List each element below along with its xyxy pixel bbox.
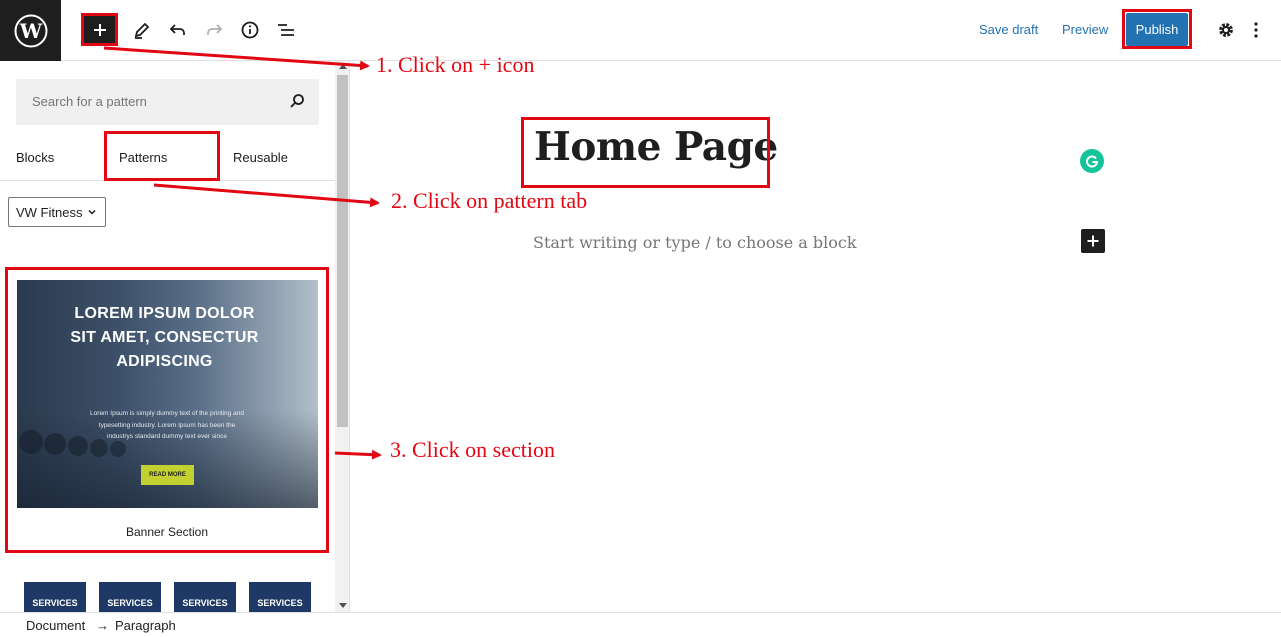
annotation-step-2: 2. Click on pattern tab	[391, 188, 588, 213]
paragraph-placeholder[interactable]: Start writing or type / to choose a bloc…	[533, 233, 857, 252]
editor-header: W Save draft Preview Publish	[0, 0, 1281, 61]
inline-add-block-button[interactable]	[1081, 229, 1105, 253]
details-button[interactable]	[234, 14, 266, 46]
scroll-up-arrow-icon[interactable]	[339, 64, 347, 69]
save-draft-button[interactable]: Save draft	[979, 22, 1038, 37]
redo-icon	[207, 24, 223, 35]
tab-reusable[interactable]: Reusable	[233, 150, 288, 165]
settings-button[interactable]	[1210, 14, 1242, 46]
tools-button[interactable]	[126, 14, 158, 46]
preview-button[interactable]: Preview	[1062, 22, 1108, 37]
redo-button[interactable]	[198, 14, 230, 46]
pencil-icon	[134, 22, 150, 39]
options-button[interactable]	[1246, 14, 1266, 46]
services-tile: SERVICES	[249, 582, 311, 612]
preview-heading: LOREM IPSUM DOLOR SIT AMET, CONSECTUR AD…	[70, 305, 259, 370]
chevron-down-icon	[88, 209, 96, 215]
grammarly-icon[interactable]	[1080, 149, 1104, 173]
breadcrumb-document[interactable]: Document	[26, 618, 85, 633]
tab-blocks[interactable]: Blocks	[16, 150, 54, 165]
scroll-down-arrow-icon[interactable]	[339, 603, 347, 608]
more-vertical-icon	[1254, 22, 1258, 38]
tab-patterns[interactable]: Patterns	[119, 150, 167, 165]
preview-read-more-button: READ MORE	[141, 465, 194, 485]
add-block-button[interactable]	[84, 14, 116, 46]
post-title[interactable]: Home Page	[534, 124, 778, 170]
wordpress-logo[interactable]: W	[0, 0, 61, 61]
breadcrumb-separator: →	[96, 618, 109, 633]
wordpress-icon: W	[14, 14, 47, 47]
block-breadcrumb: Document → Paragraph	[0, 612, 1281, 637]
search-placeholder: Search for a pattern	[32, 94, 147, 109]
undo-button[interactable]	[162, 14, 194, 46]
services-tile: SERVICES	[99, 582, 161, 612]
block-inserter-panel: Search for a pattern Blocks Patterns Reu…	[0, 61, 350, 612]
search-icon	[290, 94, 304, 108]
plus-icon	[94, 24, 106, 36]
pattern-category-select[interactable]: VW Fitness	[8, 197, 106, 227]
annotation-step-1: 1. Click on + icon	[376, 52, 535, 77]
list-view-icon	[278, 24, 294, 36]
grammarly-g-icon	[1086, 155, 1099, 168]
breadcrumb-paragraph[interactable]: Paragraph	[115, 618, 176, 633]
info-icon	[241, 21, 259, 39]
gear-icon	[1219, 23, 1233, 37]
pattern-preview-image: LOREM IPSUM DOLOR SIT AMET, CONSECTUR AD…	[17, 280, 318, 508]
pattern-services-preview[interactable]: SERVICES SERVICES SERVICES SERVICES	[24, 582, 314, 612]
publish-button[interactable]: Publish	[1126, 13, 1188, 46]
annotation-step-3: 3. Click on section	[390, 437, 555, 462]
services-tile: SERVICES	[174, 582, 236, 612]
pattern-search-field[interactable]: Search for a pattern	[16, 79, 319, 125]
inserter-tabs: Blocks Patterns Reusable	[0, 129, 335, 181]
pattern-banner-section[interactable]: LOREM IPSUM DOLOR SIT AMET, CONSECTUR AD…	[16, 279, 318, 549]
category-value: VW Fitness	[16, 204, 83, 220]
plus-icon	[1087, 235, 1099, 247]
svg-text:W: W	[18, 19, 42, 43]
services-tile: SERVICES	[24, 582, 86, 612]
pattern-label: Banner Section	[125, 525, 209, 539]
undo-icon	[169, 24, 185, 35]
scrollbar-thumb[interactable]	[337, 75, 348, 427]
sidebar-scrollbar[interactable]	[335, 61, 349, 612]
preview-paragraph: Lorem Ipsum is simply dummy text of the …	[90, 410, 244, 440]
list-view-button[interactable]	[270, 14, 302, 46]
